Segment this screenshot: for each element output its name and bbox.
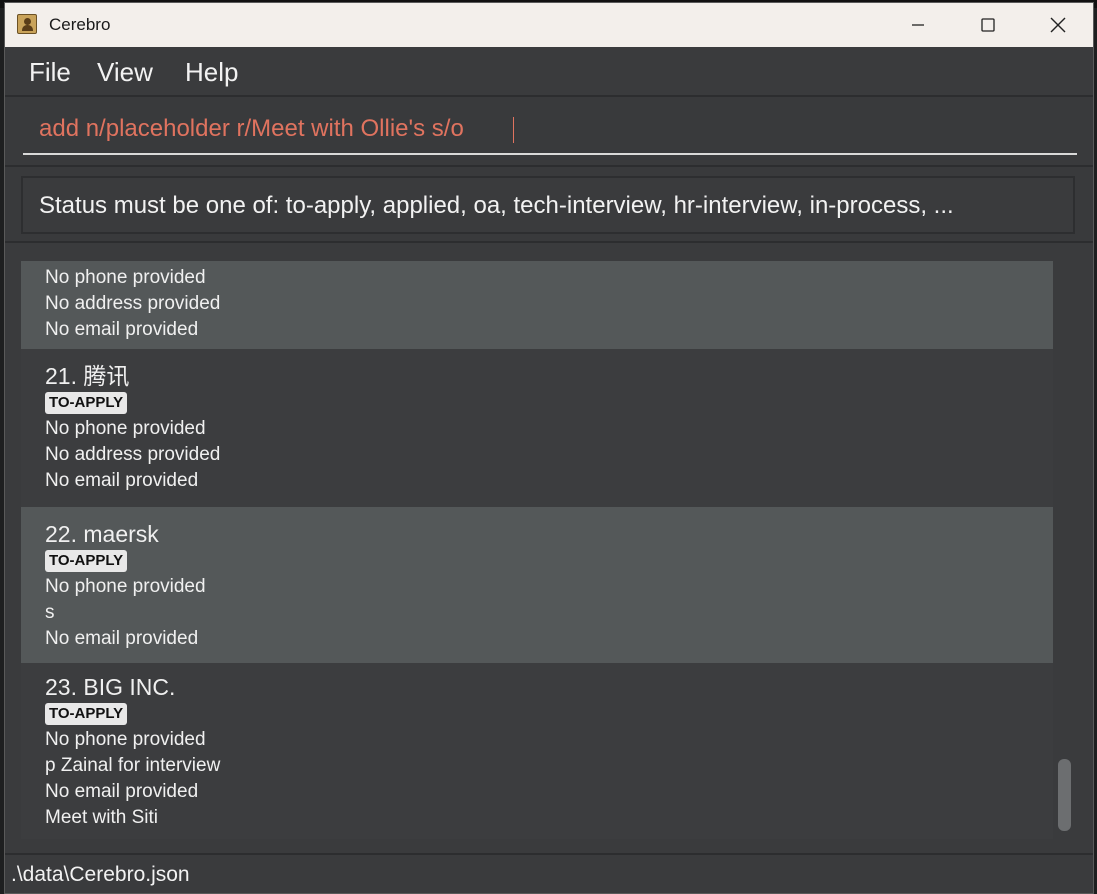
list-item[interactable]: 22. maersk TO-APPLY No phone provided s … (21, 507, 1053, 663)
address-field: p Zainal for interview (45, 755, 221, 776)
save-file-path: .\data\Cerebro.json (11, 863, 190, 886)
scrollbar-track[interactable] (1057, 261, 1075, 835)
list-item[interactable]: 23. BIG INC. TO-APPLY No phone provided … (21, 663, 1053, 839)
command-box-panel (5, 95, 1093, 165)
text-caret (513, 117, 514, 143)
status-badge: TO-APPLY (45, 392, 128, 414)
command-input[interactable] (23, 105, 1077, 155)
address-field: No address provided (45, 444, 221, 465)
status-badge: TO-APPLY (45, 550, 128, 572)
result-message: Status must be one of: to-apply, applied… (21, 176, 1075, 234)
remark-field: Meet with Siti (45, 807, 158, 828)
phone-field: No phone provided (45, 267, 206, 288)
list-item[interactable]: No phone provided No address provided No… (21, 261, 1053, 349)
maximize-button[interactable] (953, 3, 1023, 47)
window-title: Cerebro (49, 15, 111, 34)
card-title: 23. BIG INC. (45, 674, 176, 700)
phone-field: No phone provided (45, 576, 206, 597)
menu-file[interactable]: File (29, 57, 71, 88)
phone-field: No phone provided (45, 729, 206, 750)
app-window: Cerebro File View Help Status must be on… (4, 2, 1094, 894)
minimize-icon (912, 24, 924, 26)
list-item[interactable]: 21. 腾讯 TO-APPLY No phone provided No add… (21, 349, 1053, 507)
email-field: No email provided (45, 470, 199, 491)
status-badge: TO-APPLY (45, 703, 128, 725)
scrollbar-thumb[interactable] (1058, 759, 1071, 831)
card-title: 22. maersk (45, 521, 159, 547)
status-bar: .\data\Cerebro.json (5, 853, 1093, 893)
maximize-icon (981, 18, 995, 32)
address-field: No address provided (45, 293, 221, 314)
menu-help[interactable]: Help (185, 57, 238, 88)
result-display-panel: Status must be one of: to-apply, applied… (5, 165, 1093, 243)
email-field: No email provided (45, 628, 199, 649)
phone-field: No phone provided (45, 418, 206, 439)
app-contact-icon (17, 14, 37, 34)
menu-view[interactable]: View (97, 57, 153, 88)
close-button[interactable] (1023, 3, 1093, 47)
menu-bar: File View Help (5, 47, 1093, 95)
card-title: 21. 腾讯 (45, 363, 130, 389)
email-field: No email provided (45, 319, 199, 340)
close-icon (1050, 17, 1066, 33)
minimize-button[interactable] (883, 3, 953, 47)
address-field: s (45, 602, 55, 623)
email-field: No email provided (45, 781, 199, 802)
company-list[interactable]: No phone provided No address provided No… (5, 243, 1093, 853)
title-bar[interactable]: Cerebro (5, 3, 1093, 47)
